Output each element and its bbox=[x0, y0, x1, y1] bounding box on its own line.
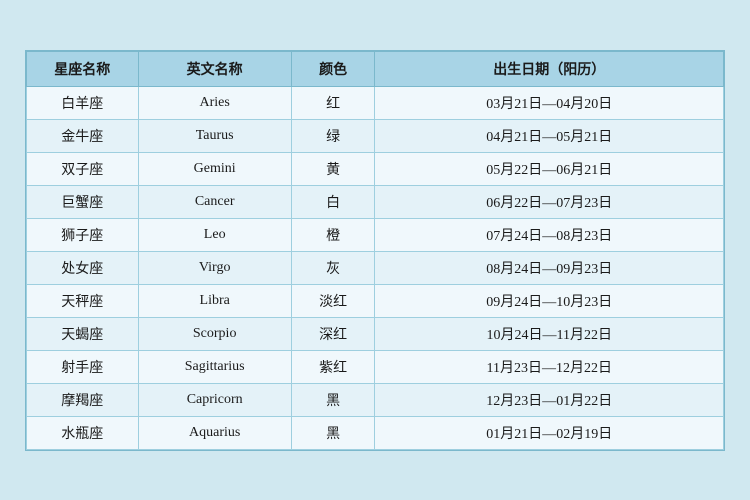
cell-en: Scorpio bbox=[138, 317, 291, 350]
zodiac-table-container: 星座名称 英文名称 颜色 出生日期（阳历） 白羊座Aries红03月21日—04… bbox=[25, 50, 725, 451]
table-row: 狮子座Leo橙07月24日—08月23日 bbox=[27, 218, 724, 251]
cell-date: 10月24日—11月22日 bbox=[375, 317, 724, 350]
cell-cn: 摩羯座 bbox=[27, 383, 139, 416]
cell-cn: 巨蟹座 bbox=[27, 185, 139, 218]
cell-color: 黄 bbox=[291, 152, 375, 185]
cell-en: Aries bbox=[138, 86, 291, 119]
cell-color: 红 bbox=[291, 86, 375, 119]
cell-en: Cancer bbox=[138, 185, 291, 218]
cell-color: 白 bbox=[291, 185, 375, 218]
cell-en: Aquarius bbox=[138, 416, 291, 449]
cell-cn: 天秤座 bbox=[27, 284, 139, 317]
cell-color: 绿 bbox=[291, 119, 375, 152]
cell-cn: 水瓶座 bbox=[27, 416, 139, 449]
cell-date: 09月24日—10月23日 bbox=[375, 284, 724, 317]
header-en: 英文名称 bbox=[138, 51, 291, 86]
cell-date: 12月23日—01月22日 bbox=[375, 383, 724, 416]
cell-color: 淡红 bbox=[291, 284, 375, 317]
cell-cn: 天蝎座 bbox=[27, 317, 139, 350]
cell-color: 橙 bbox=[291, 218, 375, 251]
header-cn: 星座名称 bbox=[27, 51, 139, 86]
cell-color: 紫红 bbox=[291, 350, 375, 383]
cell-date: 01月21日—02月19日 bbox=[375, 416, 724, 449]
table-row: 水瓶座Aquarius黑01月21日—02月19日 bbox=[27, 416, 724, 449]
table-row: 天蝎座Scorpio深红10月24日—11月22日 bbox=[27, 317, 724, 350]
table-row: 金牛座Taurus绿04月21日—05月21日 bbox=[27, 119, 724, 152]
cell-color: 黑 bbox=[291, 383, 375, 416]
cell-date: 07月24日—08月23日 bbox=[375, 218, 724, 251]
cell-color: 深红 bbox=[291, 317, 375, 350]
cell-date: 08月24日—09月23日 bbox=[375, 251, 724, 284]
cell-cn: 处女座 bbox=[27, 251, 139, 284]
cell-en: Virgo bbox=[138, 251, 291, 284]
table-row: 巨蟹座Cancer白06月22日—07月23日 bbox=[27, 185, 724, 218]
cell-cn: 狮子座 bbox=[27, 218, 139, 251]
cell-cn: 白羊座 bbox=[27, 86, 139, 119]
cell-date: 04月21日—05月21日 bbox=[375, 119, 724, 152]
cell-color: 灰 bbox=[291, 251, 375, 284]
cell-en: Gemini bbox=[138, 152, 291, 185]
cell-en: Capricorn bbox=[138, 383, 291, 416]
cell-en: Libra bbox=[138, 284, 291, 317]
table-row: 摩羯座Capricorn黑12月23日—01月22日 bbox=[27, 383, 724, 416]
cell-cn: 双子座 bbox=[27, 152, 139, 185]
table-row: 白羊座Aries红03月21日—04月20日 bbox=[27, 86, 724, 119]
cell-cn: 射手座 bbox=[27, 350, 139, 383]
cell-en: Sagittarius bbox=[138, 350, 291, 383]
cell-cn: 金牛座 bbox=[27, 119, 139, 152]
cell-en: Leo bbox=[138, 218, 291, 251]
header-date: 出生日期（阳历） bbox=[375, 51, 724, 86]
table-row: 射手座Sagittarius紫红11月23日—12月22日 bbox=[27, 350, 724, 383]
cell-date: 06月22日—07月23日 bbox=[375, 185, 724, 218]
table-row: 天秤座Libra淡红09月24日—10月23日 bbox=[27, 284, 724, 317]
cell-date: 05月22日—06月21日 bbox=[375, 152, 724, 185]
table-row: 双子座Gemini黄05月22日—06月21日 bbox=[27, 152, 724, 185]
cell-date: 11月23日—12月22日 bbox=[375, 350, 724, 383]
cell-date: 03月21日—04月20日 bbox=[375, 86, 724, 119]
cell-color: 黑 bbox=[291, 416, 375, 449]
table-header-row: 星座名称 英文名称 颜色 出生日期（阳历） bbox=[27, 51, 724, 86]
table-row: 处女座Virgo灰08月24日—09月23日 bbox=[27, 251, 724, 284]
zodiac-table: 星座名称 英文名称 颜色 出生日期（阳历） 白羊座Aries红03月21日—04… bbox=[26, 51, 724, 450]
header-color: 颜色 bbox=[291, 51, 375, 86]
cell-en: Taurus bbox=[138, 119, 291, 152]
